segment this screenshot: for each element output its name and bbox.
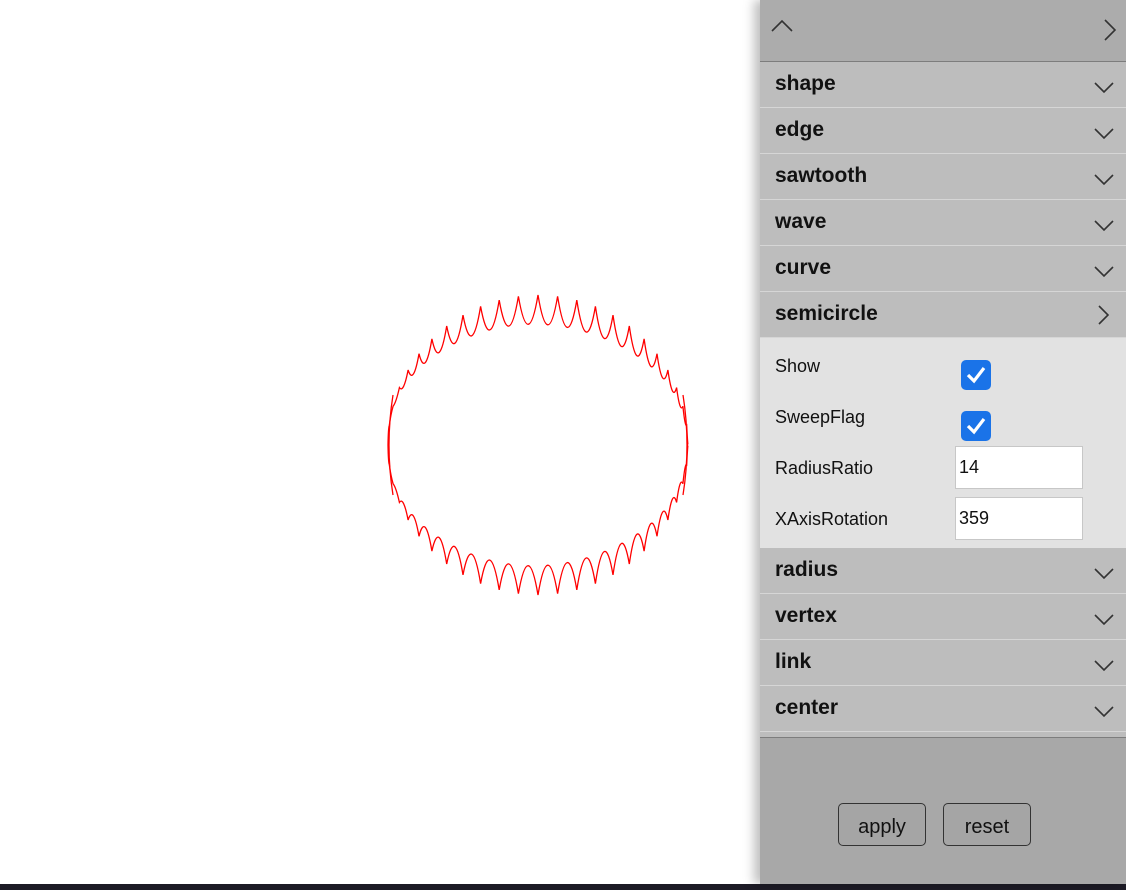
show-checkbox[interactable] [961, 360, 991, 390]
section-radius[interactable]: radius [760, 548, 1126, 594]
xaxisrotation-label: XAxisRotation [775, 509, 889, 529]
section-label: edge [775, 118, 825, 141]
section-label: vertex [775, 604, 837, 627]
section-curve[interactable]: curve [760, 246, 1126, 292]
sweepflag-row: SweepFlag [760, 395, 1126, 445]
radiusratio-input[interactable] [955, 446, 1083, 489]
xaxisrotation-input[interactable] [955, 497, 1083, 540]
section-label: semicircle [775, 302, 878, 325]
chevron-down-icon [1094, 220, 1114, 232]
chevron-right-icon[interactable] [1096, 17, 1122, 43]
radiusratio-row: RadiusRatio [760, 446, 1126, 496]
sweepflag-checkbox[interactable] [961, 411, 991, 441]
taskbar-strip [0, 884, 1126, 890]
panel-toolbar [760, 0, 1126, 62]
bottom-spike-curve [387, 444, 689, 596]
chevron-down-icon [1094, 174, 1114, 186]
sweepflag-label: SweepFlag [775, 407, 866, 427]
section-wave[interactable]: wave [760, 200, 1126, 246]
chevron-right-icon [1098, 305, 1110, 325]
section-sawtooth[interactable]: sawtooth [760, 154, 1126, 200]
section-center[interactable]: center [760, 686, 1126, 732]
section-label: curve [775, 256, 832, 279]
sections-divider [760, 732, 1126, 738]
section-edge[interactable]: edge [760, 108, 1126, 154]
drawing-canvas [0, 0, 760, 884]
chevron-down-icon [1094, 82, 1114, 94]
section-shape[interactable]: shape [760, 62, 1126, 108]
section-vertex[interactable]: vertex [760, 594, 1126, 640]
section-semicircle[interactable]: semicircle [760, 292, 1126, 338]
show-label: Show [775, 356, 821, 376]
chevron-down-icon [1094, 266, 1114, 278]
section-label: center [775, 696, 839, 719]
section-link[interactable]: link [760, 640, 1126, 686]
semicircle-shape [387, 294, 689, 596]
radiusratio-label: RadiusRatio [775, 458, 874, 478]
ellipse-sides [388, 394, 688, 496]
chevron-down-icon [1094, 614, 1114, 626]
section-label: shape [775, 72, 836, 95]
chevron-down-icon [1094, 568, 1114, 580]
chevron-down-icon [1094, 660, 1114, 672]
top-spike-curve [387, 294, 689, 446]
section-label: link [775, 650, 812, 673]
checkmark-icon [966, 367, 986, 384]
chevron-down-icon [1094, 706, 1114, 718]
checkmark-icon [966, 418, 986, 435]
settings-panel: shape edge sawtooth wave curve semicircl… [760, 0, 1126, 884]
semicircle-settings: Show SweepFlag RadiusRatio XAxisRotation [760, 338, 1126, 548]
xaxisrotation-row: XAxisRotation [760, 497, 1126, 547]
section-label: wave [775, 210, 827, 233]
show-row: Show [760, 344, 1126, 394]
chevron-up-icon[interactable] [769, 13, 795, 39]
section-label: sawtooth [775, 164, 868, 187]
chevron-down-icon [1094, 128, 1114, 140]
reset-button[interactable]: reset [943, 803, 1031, 846]
apply-button[interactable]: apply [838, 803, 926, 846]
section-label: radius [775, 558, 839, 581]
